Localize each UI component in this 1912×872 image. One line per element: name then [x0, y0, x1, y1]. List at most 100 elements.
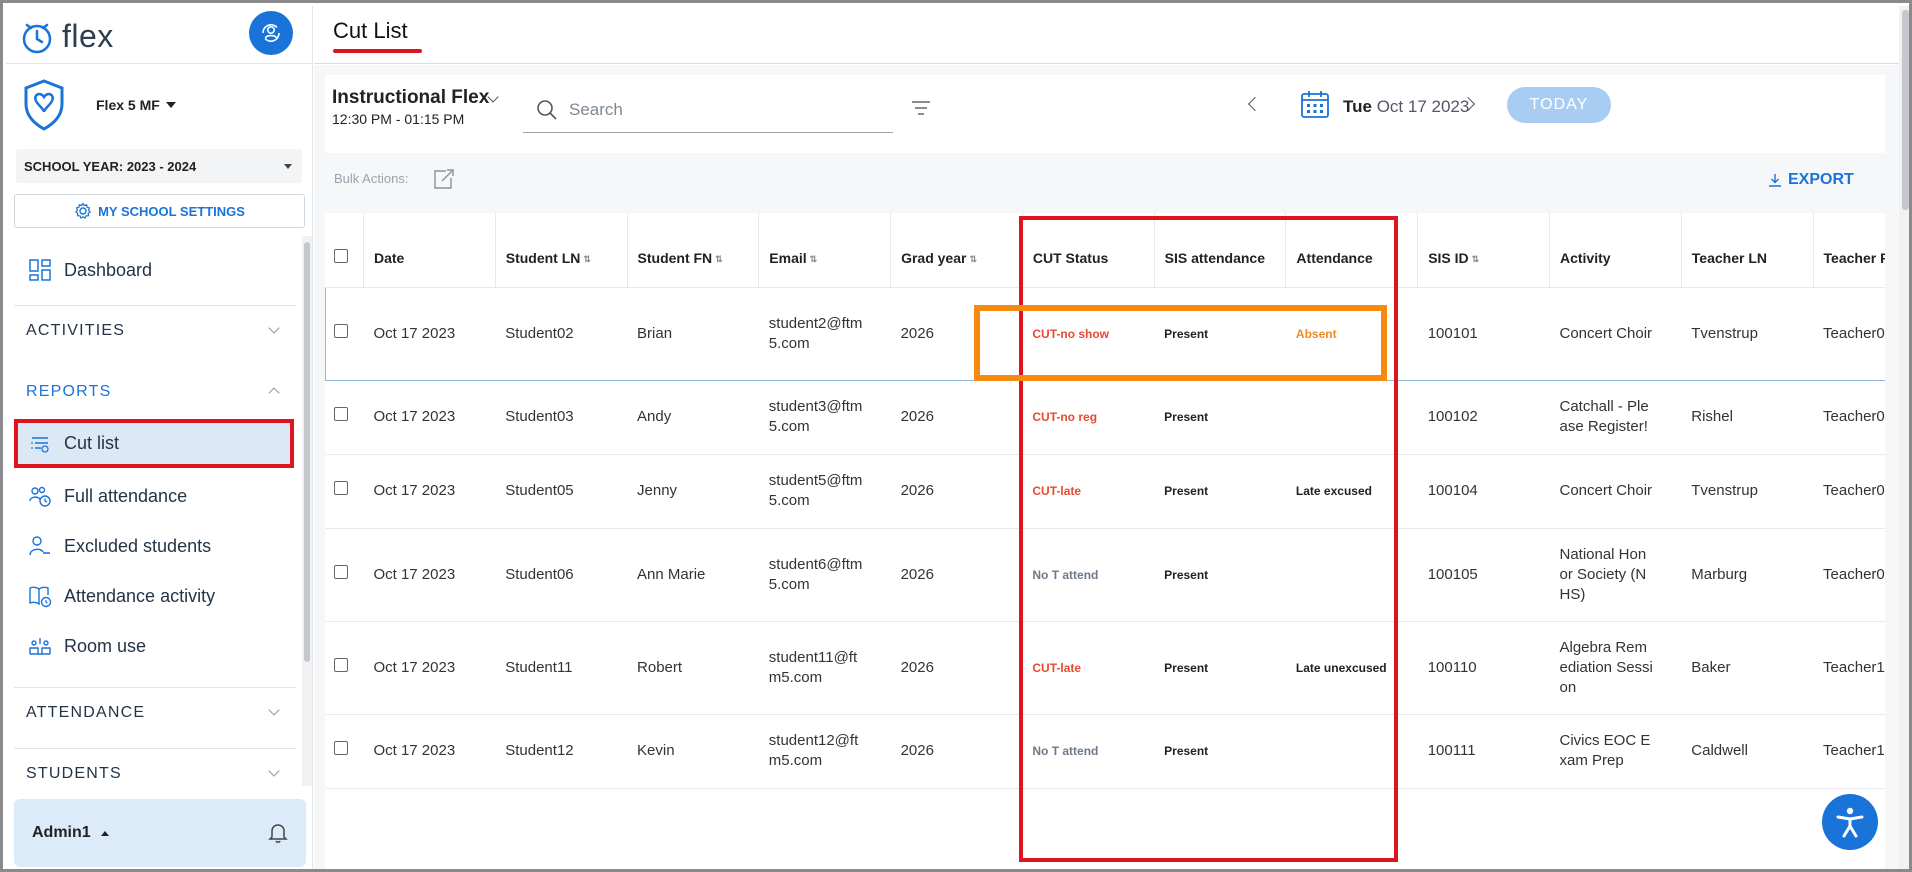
cell-grad-year-text: 2026 [900, 482, 934, 499]
select-all-checkbox[interactable] [333, 249, 348, 264]
nav-attendance-activity-label: Attendance activity [64, 585, 216, 606]
nav-attendance-activity[interactable]: Attendance activity [14, 574, 296, 618]
cell-teacher-ln-text: Tvenstrup [1691, 324, 1758, 342]
section-reports[interactable]: REPORTS [14, 367, 296, 417]
user-menu[interactable]: Admin1 [14, 799, 306, 867]
sort-icon[interactable]: ⇅ [810, 255, 818, 264]
my-school-settings-button[interactable]: MY SCHOOL SETTINGS [14, 194, 305, 228]
col-student-fn[interactable]: Student FN ⇅ [627, 213, 760, 288]
table-row[interactable]: Oct 17 2023 Student06 Ann Marie student6@ft… [325, 528, 1885, 622]
row-checkbox[interactable] [334, 323, 348, 338]
sort-icon[interactable]: ⇅ [1472, 255, 1480, 264]
section-activities[interactable]: ACTIVITIES [14, 305, 296, 355]
cell-grad-year: 2026 [890, 454, 1023, 529]
bell-icon[interactable] [268, 822, 288, 844]
accessibility-button[interactable] [1822, 794, 1878, 850]
calendar-icon[interactable] [1300, 89, 1330, 119]
cell-activity: National Honor Society (NHS) [1549, 528, 1682, 622]
nav-room-use-label: Room use [64, 635, 147, 656]
cell-student-fn-text: Andy [637, 408, 672, 425]
chevron-up-icon [268, 387, 280, 399]
table-row[interactable]: Oct 17 2023 Student05 Jenny student5@ftm5.c… [325, 454, 1885, 529]
filter-icon[interactable] [911, 99, 931, 117]
cell-student-fn: Brian [627, 286, 759, 381]
cell-teacher-fn-text: Teacher12 [1823, 742, 1885, 759]
section-students[interactable]: STUDENTS [14, 748, 296, 798]
col-email[interactable]: Email ⇅ [758, 213, 892, 288]
nav-room-use[interactable]: Room use [14, 624, 296, 668]
cell-activity-text: Civics EOC Exam Prep [1559, 732, 1651, 769]
cell-cut-status: CUT-no reg [1022, 380, 1155, 455]
bulk-edit-icon[interactable] [432, 168, 456, 190]
row-checkbox[interactable] [333, 407, 348, 421]
cell-email-text: student2@ftm5.com [768, 314, 863, 352]
sort-icon[interactable]: ⇅ [583, 255, 591, 264]
cell-date-text: Oct 17 2023 [373, 482, 456, 499]
cell-attendance [1285, 380, 1418, 455]
cell-email-text: student11@ftm5.com [768, 648, 858, 686]
sidebar-scrollbar-thumb[interactable] [304, 242, 310, 662]
table-row[interactable]: Oct 17 2023 Student11 Robert student11@ftm5… [325, 621, 1885, 715]
cell-student-fn-text: Brian [637, 324, 673, 342]
nav-dashboard[interactable]: Dashboard [14, 246, 296, 294]
cell-email: student6@ftm5.com [758, 528, 891, 622]
school-year-select[interactable]: SCHOOL YEAR: 2023 - 2024 [16, 149, 302, 183]
cell-date: Oct 17 2023 [363, 621, 496, 715]
cell-date-text: Oct 17 2023 [373, 408, 456, 425]
cell-email: student5@ftm5.com [758, 454, 891, 529]
nav-excluded-students[interactable]: Excluded students [14, 524, 296, 568]
cell-cut-status-text: CUT-late [1032, 484, 1082, 498]
page-scrollbar[interactable] [1899, 6, 1909, 869]
cell-attendance-text: Absent [1295, 326, 1337, 341]
cell-teacher-fn: Teacher03 [1813, 380, 1885, 455]
page-scrollbar-thumb[interactable] [1902, 10, 1909, 210]
room-icon [26, 632, 54, 660]
gear-icon [74, 202, 92, 219]
cell-date: Oct 17 2023 [363, 286, 496, 381]
page-header: Cut List [314, 6, 1909, 64]
flex-period-name: Instructional Flex [332, 87, 490, 108]
previous-day-chevron-icon[interactable] [1247, 96, 1263, 112]
col-header-label: Teacher FN [1823, 249, 1885, 266]
cell-date: Oct 17 2023 [363, 454, 496, 529]
col-student-ln[interactable]: Student LN ⇅ [495, 213, 628, 288]
cell-sis-id-text: 100111 [1427, 742, 1476, 759]
section-attendance[interactable]: ATTENDANCE [14, 687, 296, 737]
today-button[interactable]: TODAY [1507, 87, 1611, 123]
col-grad-year[interactable]: Grad year ⇅ [890, 213, 1023, 288]
export-button[interactable]: EXPORT [1768, 171, 1854, 189]
school-switcher[interactable]: Flex 5 MF [20, 78, 176, 132]
cell-activity: Algebra Remediation Session [1549, 621, 1682, 715]
cell-sis-attendance: Present [1154, 454, 1286, 529]
sync-button[interactable] [249, 11, 293, 55]
search-field[interactable] [523, 87, 893, 133]
row-checkbox[interactable] [333, 657, 348, 672]
table-row[interactable]: Oct 17 2023 Student02 Brian student2@ftm5.c… [325, 286, 1885, 381]
cell-sis-attendance: Present [1154, 380, 1286, 455]
cell-teacher-fn-text: Teacher06 [1823, 565, 1885, 583]
col-header-label: Teacher LN [1691, 249, 1767, 266]
table-row[interactable]: Oct 17 2023 Student12 Kevin student12@ftm5.… [325, 714, 1885, 789]
cell-teacher-ln: Marburg [1681, 528, 1814, 622]
nav-cut-list[interactable]: Cut list [14, 419, 294, 468]
sort-icon[interactable]: ⇅ [715, 255, 723, 264]
nav-full-attendance[interactable]: Full attendance [14, 474, 296, 518]
cell-teacher-fn-text: Teacher02 [1823, 482, 1885, 499]
table-row[interactable]: Oct 17 2023 Student03 Andy student3@ftm5.co… [325, 380, 1885, 455]
row-checkbox[interactable] [333, 741, 348, 755]
col-sis-id[interactable]: SIS ID ⇅ [1417, 213, 1550, 288]
cell-sis-id: 100101 [1417, 286, 1550, 381]
row-checkbox[interactable] [333, 481, 348, 495]
cell-sis-attendance: Present [1154, 714, 1286, 789]
search-input[interactable] [569, 99, 869, 120]
cell-attendance: Late excused [1285, 454, 1418, 529]
section-attendance-label: ATTENDANCE [26, 703, 146, 721]
cell-date: Oct 17 2023 [363, 528, 496, 622]
cell-cut-status-text: No T attend [1032, 567, 1099, 582]
cell-cut-status: No T attend [1022, 714, 1155, 789]
cell-teacher-fn-text: Teacher02 [1823, 324, 1885, 342]
settings-label: MY SCHOOL SETTINGS [98, 203, 245, 219]
sort-icon[interactable]: ⇅ [969, 255, 977, 264]
row-checkbox[interactable] [333, 564, 348, 579]
cell-student-fn: Ann Marie [627, 528, 759, 622]
